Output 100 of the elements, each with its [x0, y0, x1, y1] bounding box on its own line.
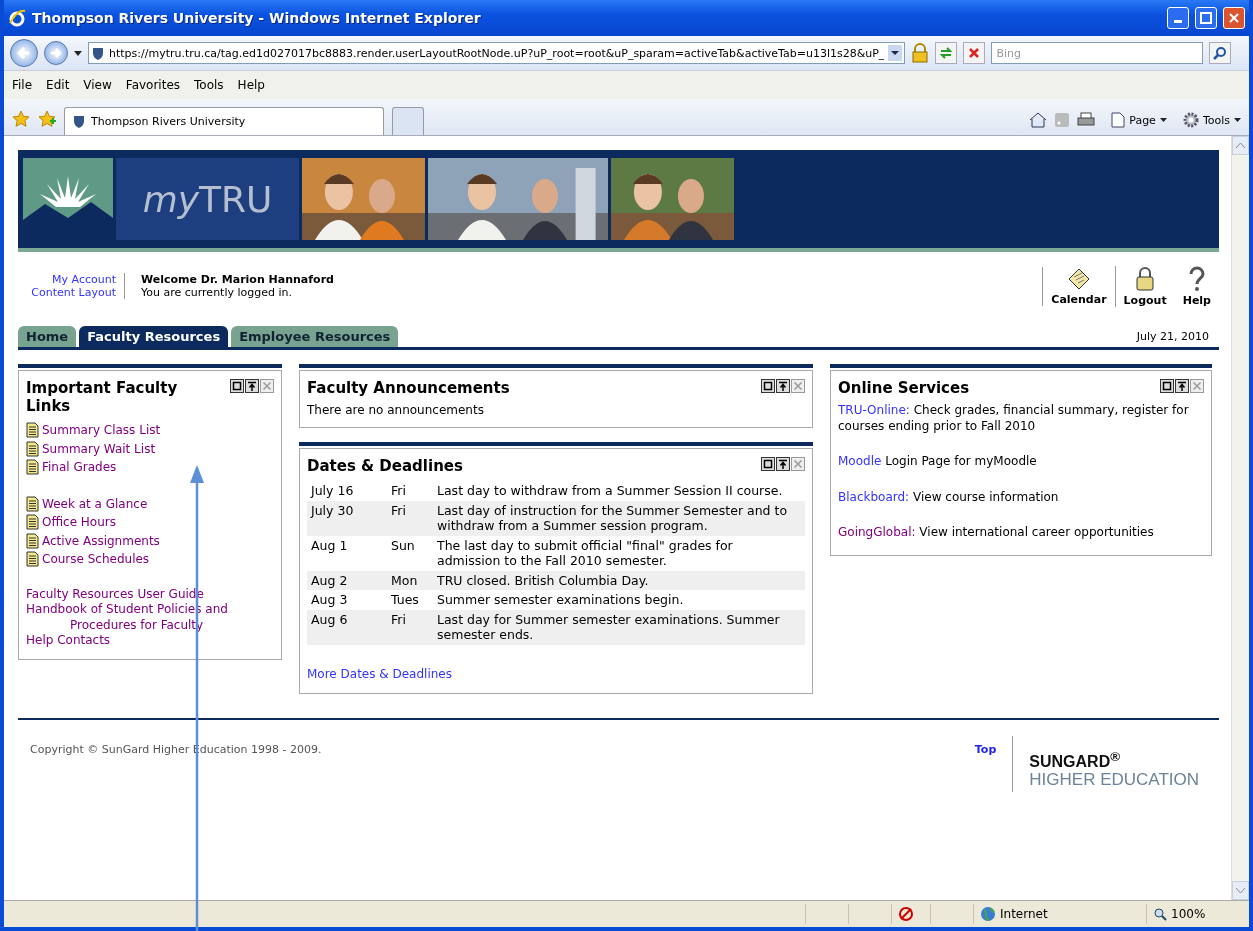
zone-label: Internet: [1000, 907, 1048, 921]
minimize-icon[interactable]: [1160, 379, 1174, 393]
address-field[interactable]: https://mytru.tru.ca/tag.ed1d027017bc8883.render.userLayoutRootNode.uP?uP_root=root&uP_sparam=activeTab&activeTab=u13l1s28&uP_: [88, 42, 906, 64]
link[interactable]: Course Schedules: [26, 550, 274, 569]
document-icon: [26, 551, 39, 568]
page-icon: [1111, 112, 1126, 128]
browser-tab[interactable]: Thompson Rivers University: [64, 107, 384, 135]
minimize-icon[interactable]: [761, 457, 775, 471]
link[interactable]: Blackboard:: [838, 489, 910, 504]
print-icon[interactable]: [1077, 112, 1096, 128]
link[interactable]: Help Contacts: [26, 633, 282, 649]
link[interactable]: Final Grades: [26, 458, 274, 477]
maximize-icon[interactable]: [245, 379, 259, 393]
login-status: You are currently logged in.: [141, 286, 293, 299]
back-arrow-icon: [17, 46, 31, 60]
link[interactable]: Office Hours: [26, 513, 274, 532]
table-cell-text: Summer semester examinations begin.: [436, 591, 685, 609]
close-button[interactable]: [1223, 7, 1245, 29]
toolbar-menu-button[interactable]: Tools: [1182, 112, 1241, 128]
tool-button[interactable]: Logout: [1114, 265, 1175, 307]
toolbar-menu-button[interactable]: Page: [1111, 112, 1167, 128]
menu-item[interactable]: Favorites: [125, 78, 181, 92]
globe-icon: [980, 906, 996, 922]
search-field[interactable]: Bing: [991, 42, 1204, 64]
link[interactable]: Summary Class List: [26, 421, 274, 440]
document-icon: [26, 532, 39, 549]
home-icon[interactable]: [1029, 112, 1048, 128]
stop-icon: [968, 47, 981, 59]
padlock-icon: [911, 43, 930, 63]
link[interactable]: More Dates & Deadlines: [307, 664, 805, 683]
portlet-title: Online Services: [838, 379, 970, 397]
link[interactable]: Content Layout: [31, 286, 116, 299]
link[interactable]: Top: [974, 743, 1013, 756]
minimize-icon[interactable]: [761, 379, 775, 393]
dropdown-icon[interactable]: [74, 50, 82, 56]
minimize-icon[interactable]: [230, 379, 244, 393]
window-title: Thompson Rivers University - Windows Internet Explorer: [32, 10, 482, 26]
tool-button[interactable]: Calendar: [1042, 266, 1115, 306]
document-icon: [26, 495, 39, 512]
table-cell-text: Last day for Summer semester examinations. Summer semester ends.: [436, 610, 781, 644]
link[interactable]: Active Assignments: [26, 531, 274, 550]
refresh-button[interactable]: [935, 42, 958, 64]
link[interactable]: Moodle: [838, 454, 882, 468]
menu-item[interactable]: Tools: [194, 78, 224, 92]
maximize-icon[interactable]: [1175, 379, 1189, 393]
table-cell-text: Sun: [390, 536, 416, 555]
zoom-control[interactable]: 100%: [1146, 904, 1249, 924]
dropdown-icon[interactable]: [888, 45, 903, 61]
service-description: Blackboard: View course information: [838, 489, 1060, 505]
link[interactable]: Week at a Glance: [26, 494, 274, 513]
stop-button[interactable]: [963, 42, 986, 64]
maximize-icon[interactable]: [776, 457, 790, 471]
browser-logo-icon: [8, 9, 26, 27]
forward-button[interactable]: [44, 41, 68, 65]
table-cell-text: Aug 2: [310, 571, 349, 590]
maximize-icon: [1200, 12, 1212, 24]
search-button[interactable]: [1209, 42, 1232, 64]
table-cell-text: Aug 3: [310, 591, 349, 609]
document-icon: [26, 514, 39, 531]
menu-item[interactable]: Help: [237, 78, 265, 92]
tool-button[interactable]: Help: [1174, 265, 1219, 307]
link[interactable]: TRU-Online:: [838, 403, 910, 417]
link[interactable]: Summary Wait List: [26, 439, 274, 458]
close-icon: [1228, 12, 1240, 24]
company-logo: SUNGARD$^{®}$: [1029, 748, 1121, 772]
table-cell-text: Mon: [390, 571, 419, 590]
tab[interactable]: Home: [18, 326, 77, 347]
tab[interactable]: Faculty Resources: [79, 326, 229, 347]
table-cell-text: Aug 6: [310, 610, 349, 629]
table-cell-text: July 16: [309, 482, 355, 500]
table-cell-text: The last day to submit official "final" grades for admission to the Fall 2010 semester.: [436, 536, 734, 570]
caret-icon: [1236, 888, 1245, 893]
portlet-title: Important Faculty Links: [26, 379, 179, 415]
menu-item[interactable]: File: [12, 78, 33, 92]
service-description: GoingGlobal: View international career opportunities: [838, 525, 1155, 541]
caret-icon: [1236, 143, 1245, 148]
document-icon: [26, 440, 39, 457]
tab[interactable]: Employee Resources: [231, 326, 399, 347]
table-cell-text: July 30: [309, 501, 355, 520]
maximize-button[interactable]: [1195, 7, 1217, 29]
menu-item[interactable]: Edit: [46, 78, 70, 92]
link[interactable]: My Account: [52, 273, 116, 286]
link[interactable]: GoingGlobal:: [838, 525, 916, 539]
table-cell-text: TRU closed. British Columbia Day.: [436, 571, 650, 590]
forward-arrow-icon: [50, 47, 62, 59]
table-cell-text: Fri: [390, 501, 407, 520]
padlock-icon: [1135, 265, 1156, 292]
maximize-icon[interactable]: [776, 379, 790, 393]
table-cell-text: Aug 1: [310, 536, 349, 555]
add-favorite-icon[interactable]: [38, 110, 56, 128]
document-icon: [26, 422, 39, 439]
back-button[interactable]: [10, 39, 38, 67]
minimize-button[interactable]: [1167, 7, 1189, 29]
menu-item[interactable]: View: [83, 78, 112, 92]
service-description: TRU-Online: Check grades, financial summary, register for courses ending prior to Fall 2010: [838, 403, 1190, 434]
shield-icon: [91, 46, 105, 60]
settings-icon: [1182, 112, 1199, 128]
favorites-star-icon[interactable]: [12, 110, 30, 128]
site-logo: myTRU: [116, 158, 299, 240]
portlet-title: Faculty Announcements: [307, 379, 510, 397]
